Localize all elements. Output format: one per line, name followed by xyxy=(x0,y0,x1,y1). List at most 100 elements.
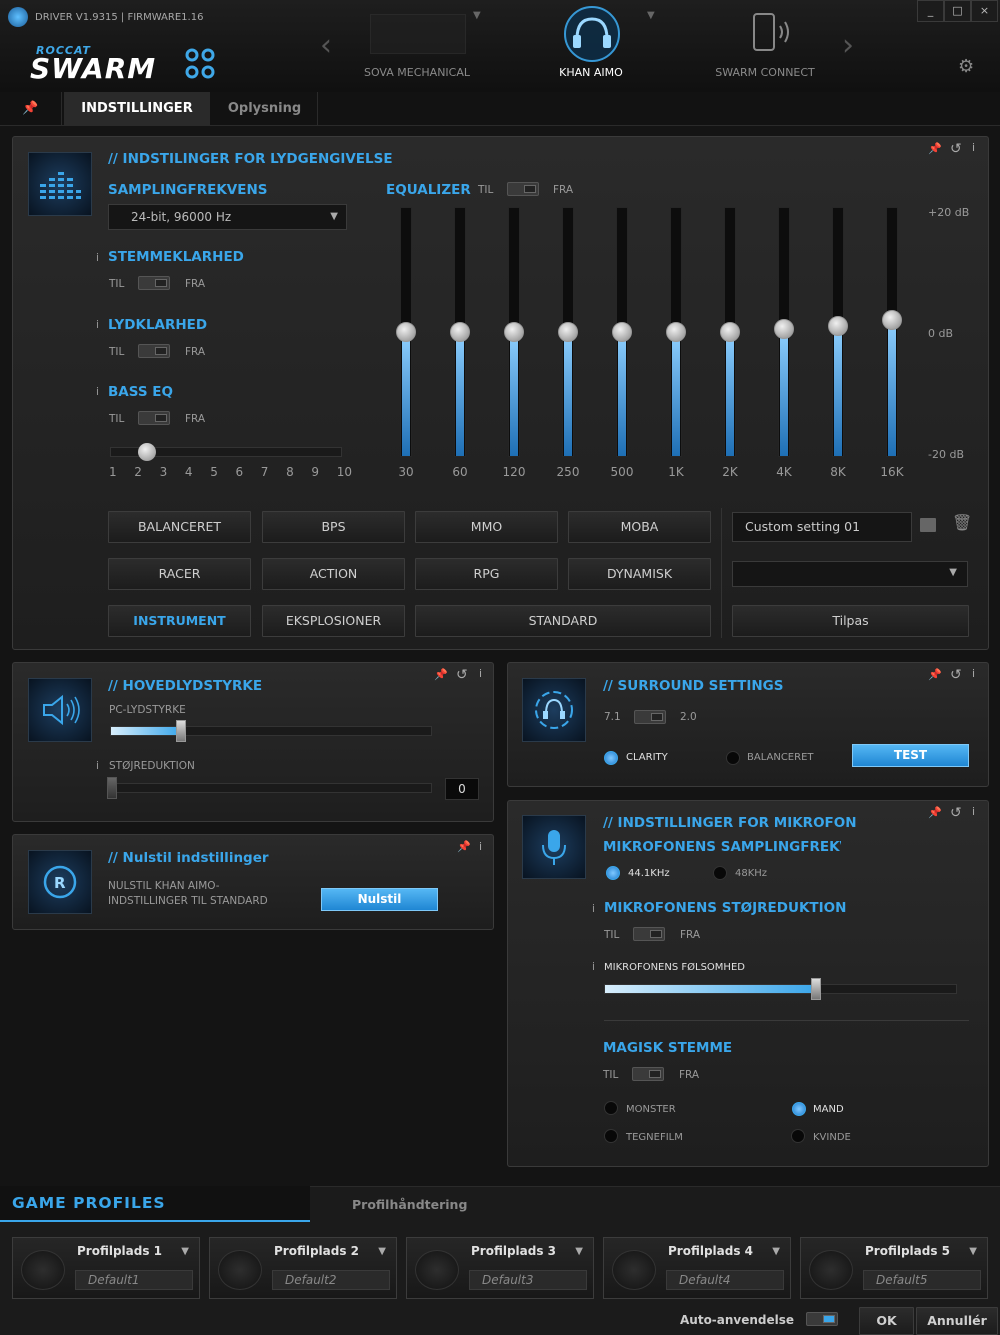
sampling-select[interactable]: 24-bit, 96000 Hz ▼ xyxy=(108,204,347,230)
eq-band-knob[interactable] xyxy=(396,322,416,342)
profile-slot[interactable]: Profilplads 3 ▼ Default3 xyxy=(406,1237,594,1299)
close-button[interactable]: × xyxy=(971,0,998,22)
eq-band-track-60[interactable] xyxy=(450,207,470,457)
profile-value-field[interactable]: Default5 xyxy=(863,1270,981,1290)
preset-button[interactable]: DYNAMISK xyxy=(568,558,711,590)
chevron-down-icon[interactable]: ▼ xyxy=(378,1246,386,1257)
eq-band-track-8K[interactable] xyxy=(828,207,848,457)
profile-slot[interactable]: Profilplads 1 ▼ Default1 xyxy=(12,1237,200,1299)
reset-icon[interactable]: ↺ xyxy=(456,667,468,683)
voice-monster-radio[interactable] xyxy=(604,1101,618,1115)
eq-band-track-16K[interactable] xyxy=(882,207,902,457)
clarity-radio[interactable] xyxy=(604,751,618,765)
chevron-down-icon[interactable]: ▼ xyxy=(969,1246,977,1257)
eq-band-knob[interactable] xyxy=(504,322,524,342)
trash-icon[interactable]: 🗑 xyxy=(952,513,972,532)
tab-profile-management[interactable]: Profilhåndtering xyxy=(352,1197,467,1212)
bass-eq-toggle[interactable] xyxy=(138,411,170,425)
preset-button[interactable]: ACTION xyxy=(262,558,405,590)
prev-device-arrow-icon[interactable]: ‹ xyxy=(320,28,332,63)
info-icon[interactable]: i xyxy=(479,840,482,853)
chevron-down-icon[interactable]: ▼ xyxy=(575,1246,583,1257)
cancel-button[interactable]: Annullér xyxy=(916,1307,998,1335)
eq-band-knob[interactable] xyxy=(612,322,632,342)
test-button[interactable]: TEST xyxy=(852,744,969,767)
info-icon[interactable]: i xyxy=(96,252,99,264)
info-icon[interactable]: i xyxy=(592,903,595,915)
equalizer-toggle[interactable] xyxy=(507,182,539,196)
next-device-arrow-icon[interactable]: › xyxy=(842,28,854,63)
pin-icon[interactable]: 📌 xyxy=(928,142,942,155)
preset-button[interactable]: MOBA xyxy=(568,511,711,543)
profile-slot[interactable]: Profilplads 5 ▼ Default5 xyxy=(800,1237,988,1299)
preset-button[interactable]: BALANCERET xyxy=(108,511,251,543)
pin-icon[interactable]: 📌 xyxy=(928,806,942,819)
reset-icon[interactable]: ↺ xyxy=(950,141,962,157)
slider-knob[interactable] xyxy=(811,978,821,1000)
pin-icon[interactable]: 📌 xyxy=(457,840,471,853)
info-icon[interactable]: i xyxy=(96,386,99,398)
eq-band-knob[interactable] xyxy=(720,322,740,342)
info-icon[interactable]: i xyxy=(972,667,975,680)
surround-mode-toggle[interactable] xyxy=(634,710,666,724)
headset-device-icon[interactable] xyxy=(561,5,623,63)
pin-icon[interactable]: 📌 xyxy=(928,668,942,681)
eq-band-knob[interactable] xyxy=(882,310,902,330)
customize-button[interactable]: Tilpas xyxy=(732,605,969,637)
pc-volume-slider[interactable] xyxy=(110,720,432,742)
chevron-down-icon[interactable]: ▼ xyxy=(647,10,655,21)
preset-button[interactable]: RACER xyxy=(108,558,251,590)
profile-slot[interactable]: Profilplads 4 ▼ Default4 xyxy=(603,1237,791,1299)
pin-icon[interactable]: 📌 xyxy=(0,92,62,126)
pin-icon[interactable]: 📌 xyxy=(434,668,448,681)
folder-icon[interactable] xyxy=(920,518,936,532)
eq-band-track-4K[interactable] xyxy=(774,207,794,457)
tab-oplysning[interactable]: Oplysning xyxy=(212,92,318,126)
preset-button[interactable]: STANDARD xyxy=(415,605,711,637)
reset-icon[interactable]: ↺ xyxy=(950,667,962,683)
eq-band-track-250[interactable] xyxy=(558,207,578,457)
profile-value-field[interactable]: Default3 xyxy=(469,1270,587,1290)
bass-level-slider[interactable] xyxy=(110,443,342,461)
eq-band-knob[interactable] xyxy=(774,319,794,339)
device-sova-mechanical[interactable]: SOVA MECHANICAL xyxy=(337,66,497,79)
device-khan-aimo[interactable]: KHAN AIMO xyxy=(511,66,671,79)
mic-noise-toggle[interactable] xyxy=(633,927,665,941)
preset-button[interactable]: BPS xyxy=(262,511,405,543)
maximize-button[interactable]: □ xyxy=(944,0,971,22)
ok-button[interactable]: OK xyxy=(859,1307,914,1335)
noise-reduction-value[interactable]: 0 xyxy=(445,778,479,800)
voice-cartoon-radio[interactable] xyxy=(604,1129,618,1143)
preset-button[interactable]: MMO xyxy=(415,511,558,543)
tab-indstillinger[interactable]: INDSTILLINGER xyxy=(64,92,210,126)
voice-mand-radio[interactable] xyxy=(792,1102,806,1116)
balanced-radio[interactable] xyxy=(726,751,740,765)
profile-value-field[interactable]: Default1 xyxy=(75,1270,193,1290)
voice-kvinde-radio[interactable] xyxy=(791,1129,805,1143)
slider-knob[interactable] xyxy=(176,720,186,742)
profile-slot[interactable]: Profilplads 2 ▼ Default2 xyxy=(209,1237,397,1299)
eq-band-track-30[interactable] xyxy=(396,207,416,457)
phone-device-icon[interactable] xyxy=(752,12,794,56)
sound-clarity-toggle[interactable] xyxy=(138,344,170,358)
preset-button[interactable]: RPG xyxy=(415,558,558,590)
reset-icon[interactable]: ↺ xyxy=(950,805,962,821)
mic-sensitivity-slider[interactable] xyxy=(604,978,957,1000)
custom-preset-select[interactable]: ▼ xyxy=(732,561,968,587)
gear-icon[interactable]: ⚙ xyxy=(958,56,974,77)
profile-value-field[interactable]: Default2 xyxy=(272,1270,390,1290)
eq-band-knob[interactable] xyxy=(450,322,470,342)
chevron-down-icon[interactable]: ▼ xyxy=(772,1246,780,1257)
info-icon[interactable]: i xyxy=(972,141,975,154)
chevron-down-icon[interactable]: ▼ xyxy=(181,1246,189,1257)
tab-game-profiles[interactable]: GAME PROFILES xyxy=(0,1186,310,1222)
info-icon[interactable]: i xyxy=(96,760,99,772)
info-icon[interactable]: i xyxy=(972,805,975,818)
eq-band-track-120[interactable] xyxy=(504,207,524,457)
eq-band-track-500[interactable] xyxy=(612,207,632,457)
minimize-button[interactable]: _ xyxy=(917,0,944,22)
device-swarm-connect[interactable]: SWARM CONNECT xyxy=(685,66,845,79)
custom-setting-field[interactable]: Custom setting 01 xyxy=(732,512,912,542)
info-icon[interactable]: i xyxy=(96,319,99,331)
preset-button[interactable]: INSTRUMENT xyxy=(108,605,251,637)
